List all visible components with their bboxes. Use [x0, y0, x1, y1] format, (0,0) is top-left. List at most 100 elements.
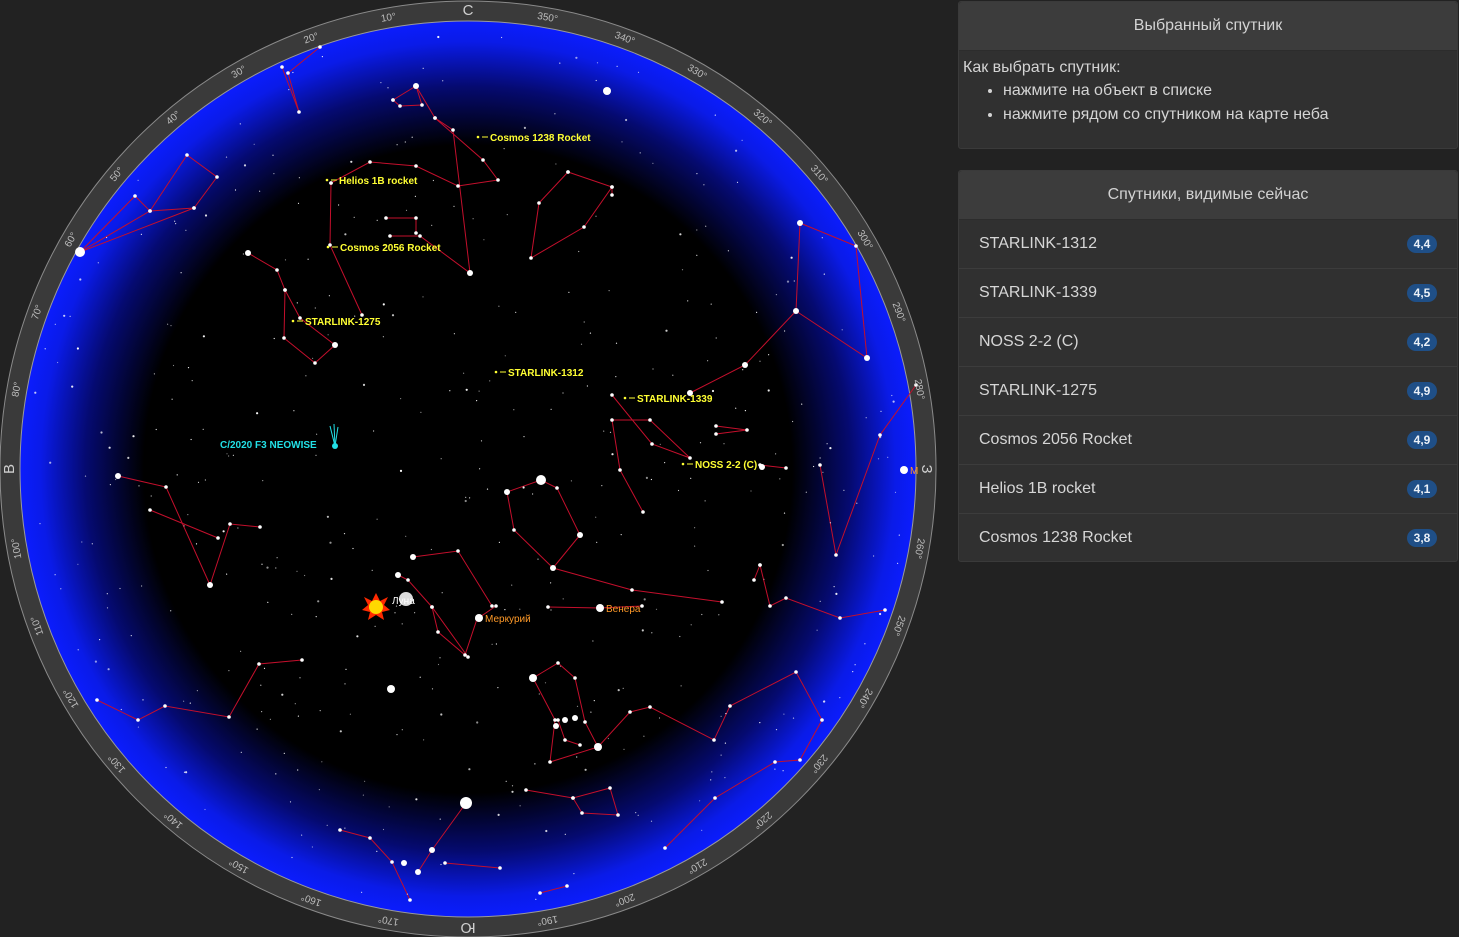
star [153, 373, 155, 375]
satellite-marker[interactable]: Cosmos 1238 Rocket [476, 133, 592, 144]
satellite-marker[interactable]: STARLINK-1312 [494, 368, 584, 379]
sky-chart[interactable]: Луна Меркурий Венера М C/2020 F3 NEOWISE… [0, 0, 937, 937]
mercury-icon[interactable] [475, 614, 483, 622]
satellite-list-item[interactable]: STARLINK-1275 4,9 [959, 366, 1457, 415]
star [483, 239, 485, 241]
star [388, 806, 390, 808]
star [578, 250, 580, 253]
satellite-list-item[interactable]: STARLINK-1339 4,5 [959, 268, 1457, 317]
star [44, 348, 46, 350]
star [288, 89, 290, 91]
star [595, 215, 597, 217]
star [329, 541, 332, 544]
star [228, 670, 230, 672]
star [185, 771, 188, 774]
satellite-marker[interactable]: Helios 1B rocket [325, 176, 418, 187]
star [822, 701, 825, 703]
sky-map[interactable]: Луна Меркурий Венера М C/2020 F3 NEOWISE… [0, 0, 937, 937]
star [556, 718, 560, 722]
star [610, 418, 614, 422]
satellite-marker[interactable]: STARLINK-1275 [291, 317, 381, 328]
satellite-name: STARLINK-1275 [979, 382, 1097, 399]
star [373, 430, 375, 432]
star [664, 462, 666, 464]
star [511, 785, 514, 787]
star [269, 718, 271, 720]
star [833, 586, 835, 588]
star [97, 262, 99, 264]
star [703, 184, 705, 186]
star [362, 383, 366, 386]
star [436, 630, 440, 634]
star [291, 613, 293, 616]
star [439, 818, 441, 820]
star [650, 442, 654, 446]
star [596, 62, 599, 64]
star [798, 221, 802, 225]
star [610, 393, 614, 397]
star [319, 710, 321, 712]
star [468, 271, 472, 275]
satellite-list-item[interactable]: Helios 1B rocket 4,1 [959, 464, 1457, 513]
star [891, 394, 893, 397]
star [489, 380, 491, 382]
star [414, 84, 418, 88]
star [394, 612, 396, 614]
star [326, 515, 329, 518]
satellite-list-item[interactable]: Cosmos 2056 Rocket 4,9 [959, 415, 1457, 464]
star [362, 794, 364, 796]
star [596, 541, 598, 544]
star [456, 549, 460, 553]
star [779, 478, 781, 480]
star [170, 325, 172, 327]
star [263, 667, 266, 670]
help-title: Как выбрать спутник: [963, 59, 1121, 76]
star [781, 543, 784, 547]
star [641, 629, 644, 632]
satellite-list-item[interactable]: NOSS 2-2 (C) 4,2 [959, 317, 1457, 366]
star [464, 654, 466, 656]
star [299, 677, 301, 679]
star [529, 256, 533, 260]
star [794, 670, 798, 674]
star [575, 56, 578, 59]
satellite-marker[interactable]: Cosmos 2056 Rocket [326, 243, 442, 254]
star [720, 600, 724, 604]
star [78, 250, 82, 254]
star [440, 863, 442, 866]
star [639, 152, 641, 154]
star [522, 486, 525, 489]
star [894, 491, 897, 493]
star [237, 527, 239, 529]
star [376, 219, 378, 221]
satellite-list-item[interactable]: Cosmos 1238 Rocket 3,8 [959, 513, 1457, 562]
star [750, 490, 752, 492]
venus-icon[interactable] [596, 604, 604, 612]
satellite-list-item[interactable]: STARLINK-1312 4,4 [959, 220, 1457, 268]
star [79, 278, 82, 281]
satellite-label: Helios 1B rocket [339, 176, 418, 187]
star [635, 812, 637, 814]
star [580, 811, 584, 815]
star [555, 486, 559, 490]
sky-disk[interactable] [19, 20, 917, 918]
star [422, 67, 424, 69]
star [185, 229, 187, 231]
star [196, 690, 198, 692]
star [232, 454, 234, 456]
star [398, 104, 402, 108]
visible-satellites-title: Спутники, видимые сейчас [959, 171, 1457, 220]
star [432, 179, 434, 182]
star [338, 204, 340, 206]
star [190, 438, 192, 441]
star [414, 164, 418, 168]
star [767, 389, 770, 392]
star [94, 660, 97, 663]
satellite-marker[interactable]: STARLINK-1339 [623, 394, 713, 405]
star [411, 555, 415, 559]
star [630, 588, 634, 592]
star [345, 668, 347, 671]
star [538, 891, 542, 895]
mars-icon[interactable] [900, 466, 908, 474]
star [316, 433, 318, 435]
